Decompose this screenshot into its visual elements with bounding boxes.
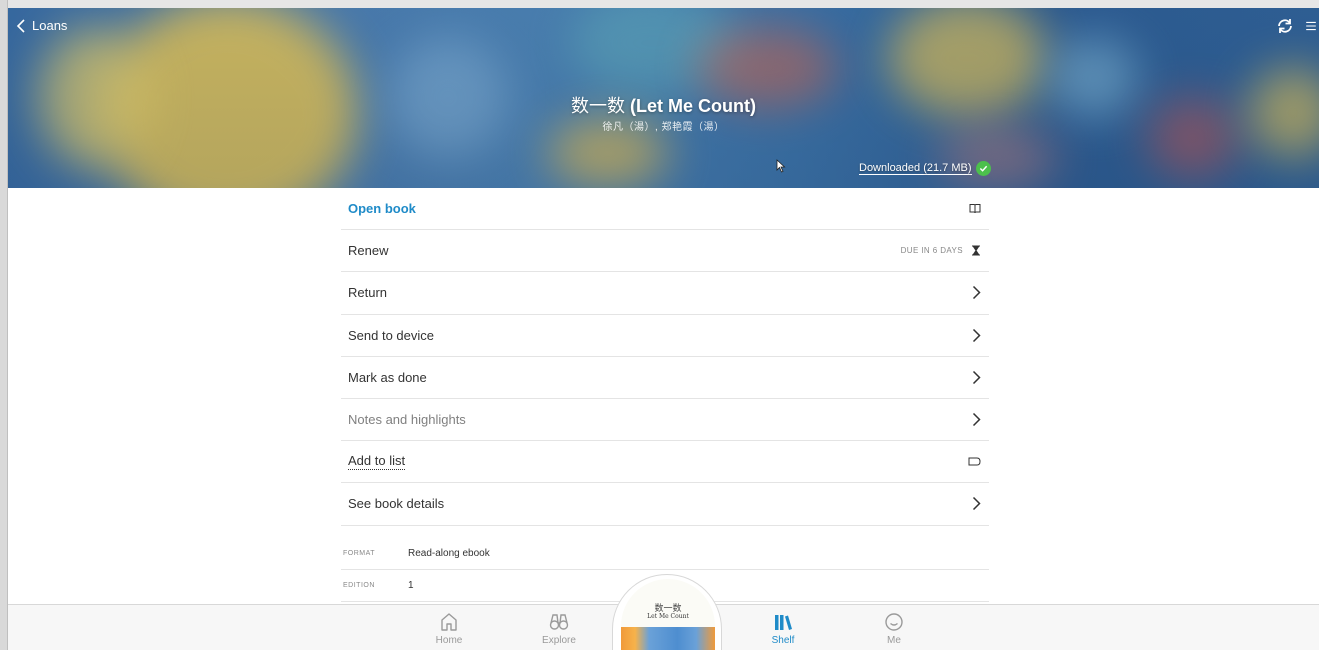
due-date-badge: DUE IN 6 DAYS [900,246,963,256]
detail-value: Read-along ebook [408,548,490,559]
nav-explore-label: Explore [542,635,576,646]
back-to-loans-link[interactable]: Loans [16,18,67,33]
notes-highlights-button[interactable]: Notes and highlights [341,399,989,442]
book-open-icon [969,204,981,214]
download-status-text: Downloaded (21.7 MB) [859,162,972,175]
books-icon [775,615,792,630]
see-book-details-button[interactable]: See book details [341,483,989,526]
renew-button[interactable]: Renew DUE IN 6 DAYS [341,230,989,273]
book-cover-image: 数一数 Let Me Count [621,579,715,650]
open-book-label: Open book [348,201,416,217]
add-to-list-button[interactable]: Add to list [341,441,989,484]
cover-title-en: Let Me Count [647,613,689,620]
book-title: 数一数 (Let Me Count) [8,92,1319,118]
detail-key: FORMAT [343,550,376,557]
mouse-cursor-icon [776,159,786,173]
chevron-right-icon [972,286,981,300]
chevron-right-icon [972,413,981,427]
add-to-list-label: Add to list [348,453,406,471]
chevron-left-icon [16,18,25,33]
nav-shelf[interactable]: Shelf [753,611,813,646]
home-icon [441,613,457,631]
window-frame-left [0,0,8,650]
smile-icon [885,613,903,631]
cover-illustration [621,627,715,650]
nav-explore[interactable]: Explore [529,611,589,646]
chevron-right-icon [972,497,981,511]
send-to-device-label: Send to device [348,327,435,343]
check-icon [975,161,991,176]
mark-as-done-button[interactable]: Mark as done [341,357,989,399]
renew-label: Renew [348,243,389,259]
chevron-right-icon [972,328,981,342]
sync-icon[interactable] [1275,17,1295,35]
return-label: Return [348,285,388,301]
detail-key: EDITION [343,582,375,589]
nav-home-label: Home [435,635,463,646]
notes-highlights-label: Notes and highlights [348,412,466,428]
nav-home[interactable]: Home [419,611,479,646]
menu-icon[interactable] [1305,17,1317,35]
tag-icon [968,457,981,466]
nav-me-label: Me [887,635,901,646]
book-actions-menu: Open book Renew DUE IN 6 DAYS Return Sen… [341,188,989,526]
nav-me[interactable]: Me [864,611,924,646]
open-book-button[interactable]: Open book [341,188,989,231]
nav-shelf-label: Shelf [771,635,795,646]
hourglass-icon [972,245,980,256]
return-button[interactable]: Return [341,272,989,315]
send-to-device-button[interactable]: Send to device [341,315,989,357]
top-actions [1275,17,1317,35]
mark-as-done-label: Mark as done [348,369,427,385]
book-title-en: (Let Me Count) [630,96,756,116]
back-label: Loans [32,18,68,33]
book-authors: 徐凡（湯）, 郑艳霞（湯） [602,122,725,133]
binoculars-icon [549,614,569,630]
book-hero-banner: Loans 数一数 (Let Me Count) 徐凡（湯）, 郑艳霞（湯） D… [8,8,1319,188]
chevron-right-icon [972,370,981,384]
window-frame-top [0,0,1319,8]
download-status[interactable]: Downloaded (21.7 MB) [859,161,991,176]
detail-value: 1 [408,580,414,591]
book-title-cn: 数一数 [571,96,625,116]
see-book-details-label: See book details [348,496,445,512]
detail-row-format: FORMAT Read-along ebook [341,538,989,570]
